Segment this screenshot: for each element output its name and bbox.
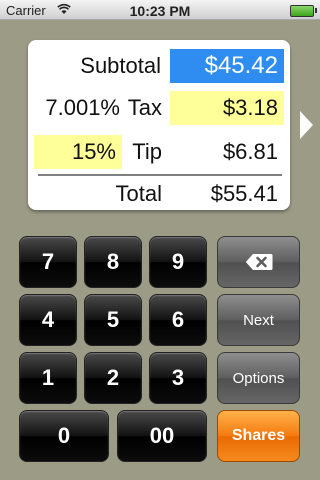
tip-value: $6.81 xyxy=(222,139,278,164)
tip-rate[interactable]: 15% xyxy=(34,135,122,169)
tip-label: Tip xyxy=(132,139,162,164)
subtotal-value[interactable]: $45.42 xyxy=(170,49,284,83)
battery-nub xyxy=(315,8,317,13)
status-time: 10:23 PM xyxy=(129,3,191,19)
tax-value[interactable]: $3.18 xyxy=(170,91,284,125)
key-8[interactable]: 8 xyxy=(84,236,142,288)
next-button[interactable]: Next xyxy=(217,294,300,346)
subtotal-label: Subtotal xyxy=(80,53,161,78)
key-00[interactable]: 00 xyxy=(117,410,207,462)
key-2[interactable]: 2 xyxy=(84,352,142,404)
battery-icon xyxy=(290,5,314,17)
key-3[interactable]: 3 xyxy=(149,352,207,404)
calculation-panel: Subtotal $45.42 7.001% Tax $3.18 15% Tip… xyxy=(28,40,290,210)
tax-label: Tax xyxy=(127,95,162,120)
total-divider xyxy=(38,174,282,176)
key-5[interactable]: 5 xyxy=(84,294,142,346)
total-label: Total xyxy=(115,181,162,206)
options-button[interactable]: Options xyxy=(217,352,300,404)
key-1[interactable]: 1 xyxy=(19,352,77,404)
backspace-icon xyxy=(245,254,272,270)
status-bar: Carrier 10:23 PM xyxy=(0,0,320,20)
total-value: $55.41 xyxy=(210,181,278,206)
tax-rate[interactable]: 7.001% xyxy=(38,91,120,125)
backspace-button[interactable] xyxy=(217,236,300,288)
key-6[interactable]: 6 xyxy=(149,294,207,346)
chevron-right-icon[interactable] xyxy=(300,111,313,139)
shares-button[interactable]: Shares xyxy=(217,410,300,462)
key-4[interactable]: 4 xyxy=(19,294,77,346)
key-9[interactable]: 9 xyxy=(149,236,207,288)
key-0[interactable]: 0 xyxy=(19,410,109,462)
key-7[interactable]: 7 xyxy=(19,236,77,288)
